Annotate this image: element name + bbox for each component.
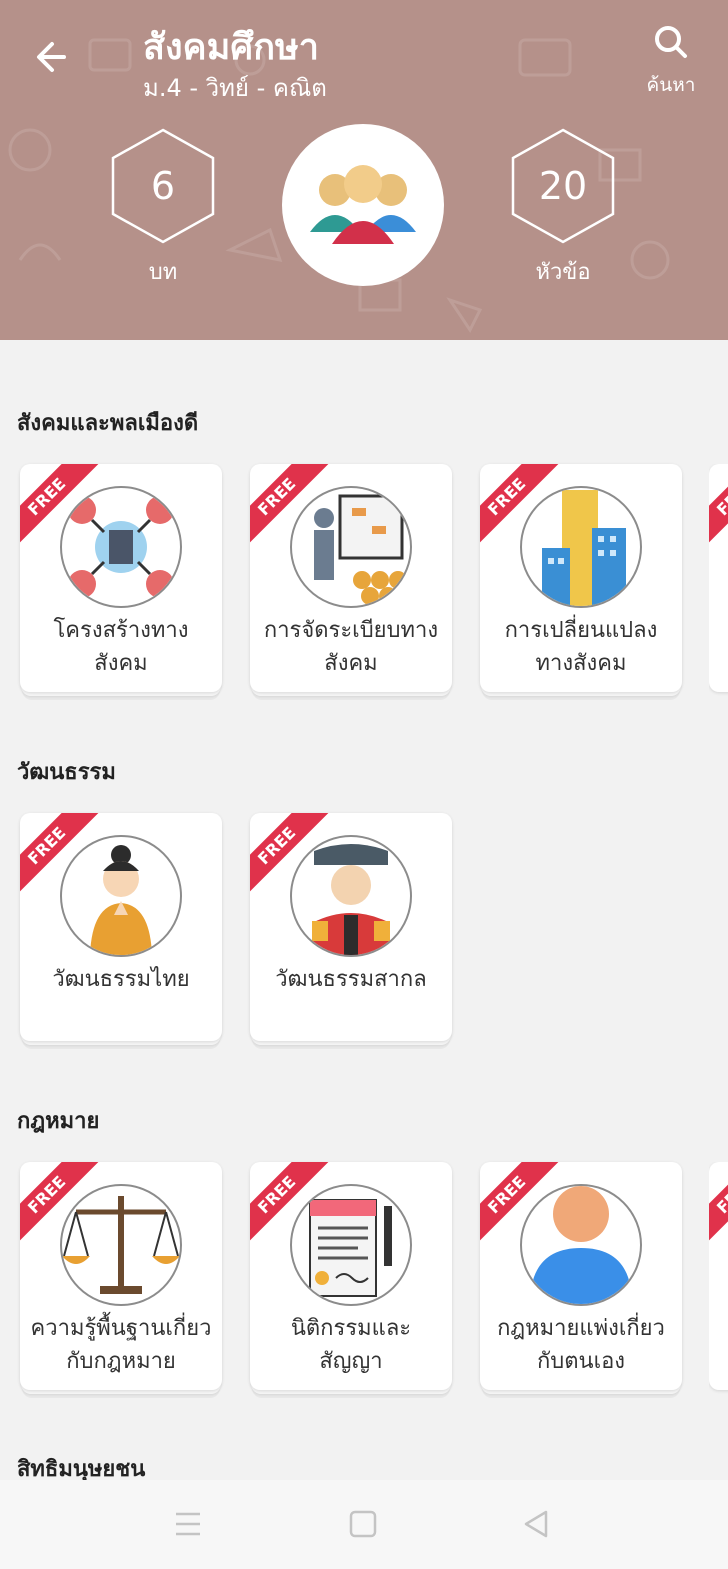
city-buildings-icon xyxy=(520,486,642,608)
lesson-card[interactable]: FREE วัฒนธรรมไทย xyxy=(20,813,222,1049)
page-subtitle: ม.4 - วิทย์ - คณิต xyxy=(143,74,327,102)
section-title: กฎหมาย xyxy=(17,1109,100,1134)
card-label: นิติกรรมและ สัญญา xyxy=(290,1316,412,1374)
card-label: โครงสร้างทาง สังคม xyxy=(53,618,189,676)
triangle-back-icon[interactable] xyxy=(514,1502,558,1546)
lesson-card-partial[interactable]: FREE xyxy=(709,1162,728,1398)
matador-icon xyxy=(290,835,412,957)
course-header: สังคมศึกษา ม.4 - วิทย์ - คณิต ค้นหา 6 บท… xyxy=(0,0,728,340)
lesson-card[interactable]: FREE การจัดระเบียบทาง สังคม xyxy=(250,464,452,700)
card-label: วัฒนธรรมสากล xyxy=(275,967,427,992)
card-label: การจัดระเบียบทาง สังคม xyxy=(263,618,439,676)
social-network-icon xyxy=(60,486,182,608)
lesson-card-partial[interactable]: FREE xyxy=(709,464,728,700)
page-title: สังคมศึกษา xyxy=(143,27,319,68)
search-button[interactable]: ค้นหา xyxy=(636,18,706,98)
card-label: กฎหมายแพ่งเกี่ยว กับตนเอง xyxy=(497,1316,665,1374)
group-avatar xyxy=(282,124,444,286)
lesson-card[interactable]: FREE ความรู้พื้นฐานเกี่ยว กับกฎหมาย xyxy=(20,1162,222,1398)
free-badge: FREE xyxy=(709,1162,728,1251)
lesson-card[interactable]: FREE วัฒนธรรมสากล xyxy=(250,813,452,1049)
chapters-count: 6 xyxy=(150,164,176,208)
search-label: ค้นหา xyxy=(646,74,696,96)
justice-scale-icon xyxy=(60,1184,182,1306)
group-people-icon xyxy=(310,165,416,244)
chapters-label: บท xyxy=(148,260,178,285)
card-label: ความรู้พื้นฐานเกี่ยว กับกฎหมาย xyxy=(30,1316,212,1374)
lesson-card[interactable]: FREE การเปลี่ยนแปลง ทางสังคม xyxy=(480,464,682,700)
lesson-card[interactable]: FREE นิติกรรมและ สัญญา xyxy=(250,1162,452,1398)
thai-dancer-icon xyxy=(60,835,182,957)
system-nav-bar xyxy=(0,1480,728,1569)
search-icon xyxy=(655,26,687,58)
presentation-icon xyxy=(290,486,412,608)
person-icon xyxy=(520,1184,642,1306)
square-home-icon[interactable] xyxy=(341,1502,385,1546)
topics-count: 20 xyxy=(538,164,588,208)
card-label: การเปลี่ยนแปลง ทางสังคม xyxy=(504,618,658,676)
topics-label: หัวข้อ xyxy=(535,260,591,285)
card-label: วัฒนธรรมไทย xyxy=(52,967,190,992)
section-title: สังคมและพลเมืองดี xyxy=(17,411,199,436)
back-arrow-icon[interactable] xyxy=(30,32,80,82)
section-title: วัฒนธรรม xyxy=(17,760,116,785)
contract-document-icon xyxy=(290,1184,412,1306)
free-badge: FREE xyxy=(709,464,728,553)
lesson-card[interactable]: FREE กฎหมายแพ่งเกี่ยว กับตนเอง xyxy=(480,1162,682,1398)
lesson-card[interactable]: FREE โครงสร้างทาง สังคม xyxy=(20,464,222,700)
menu-icon[interactable] xyxy=(166,1502,210,1546)
